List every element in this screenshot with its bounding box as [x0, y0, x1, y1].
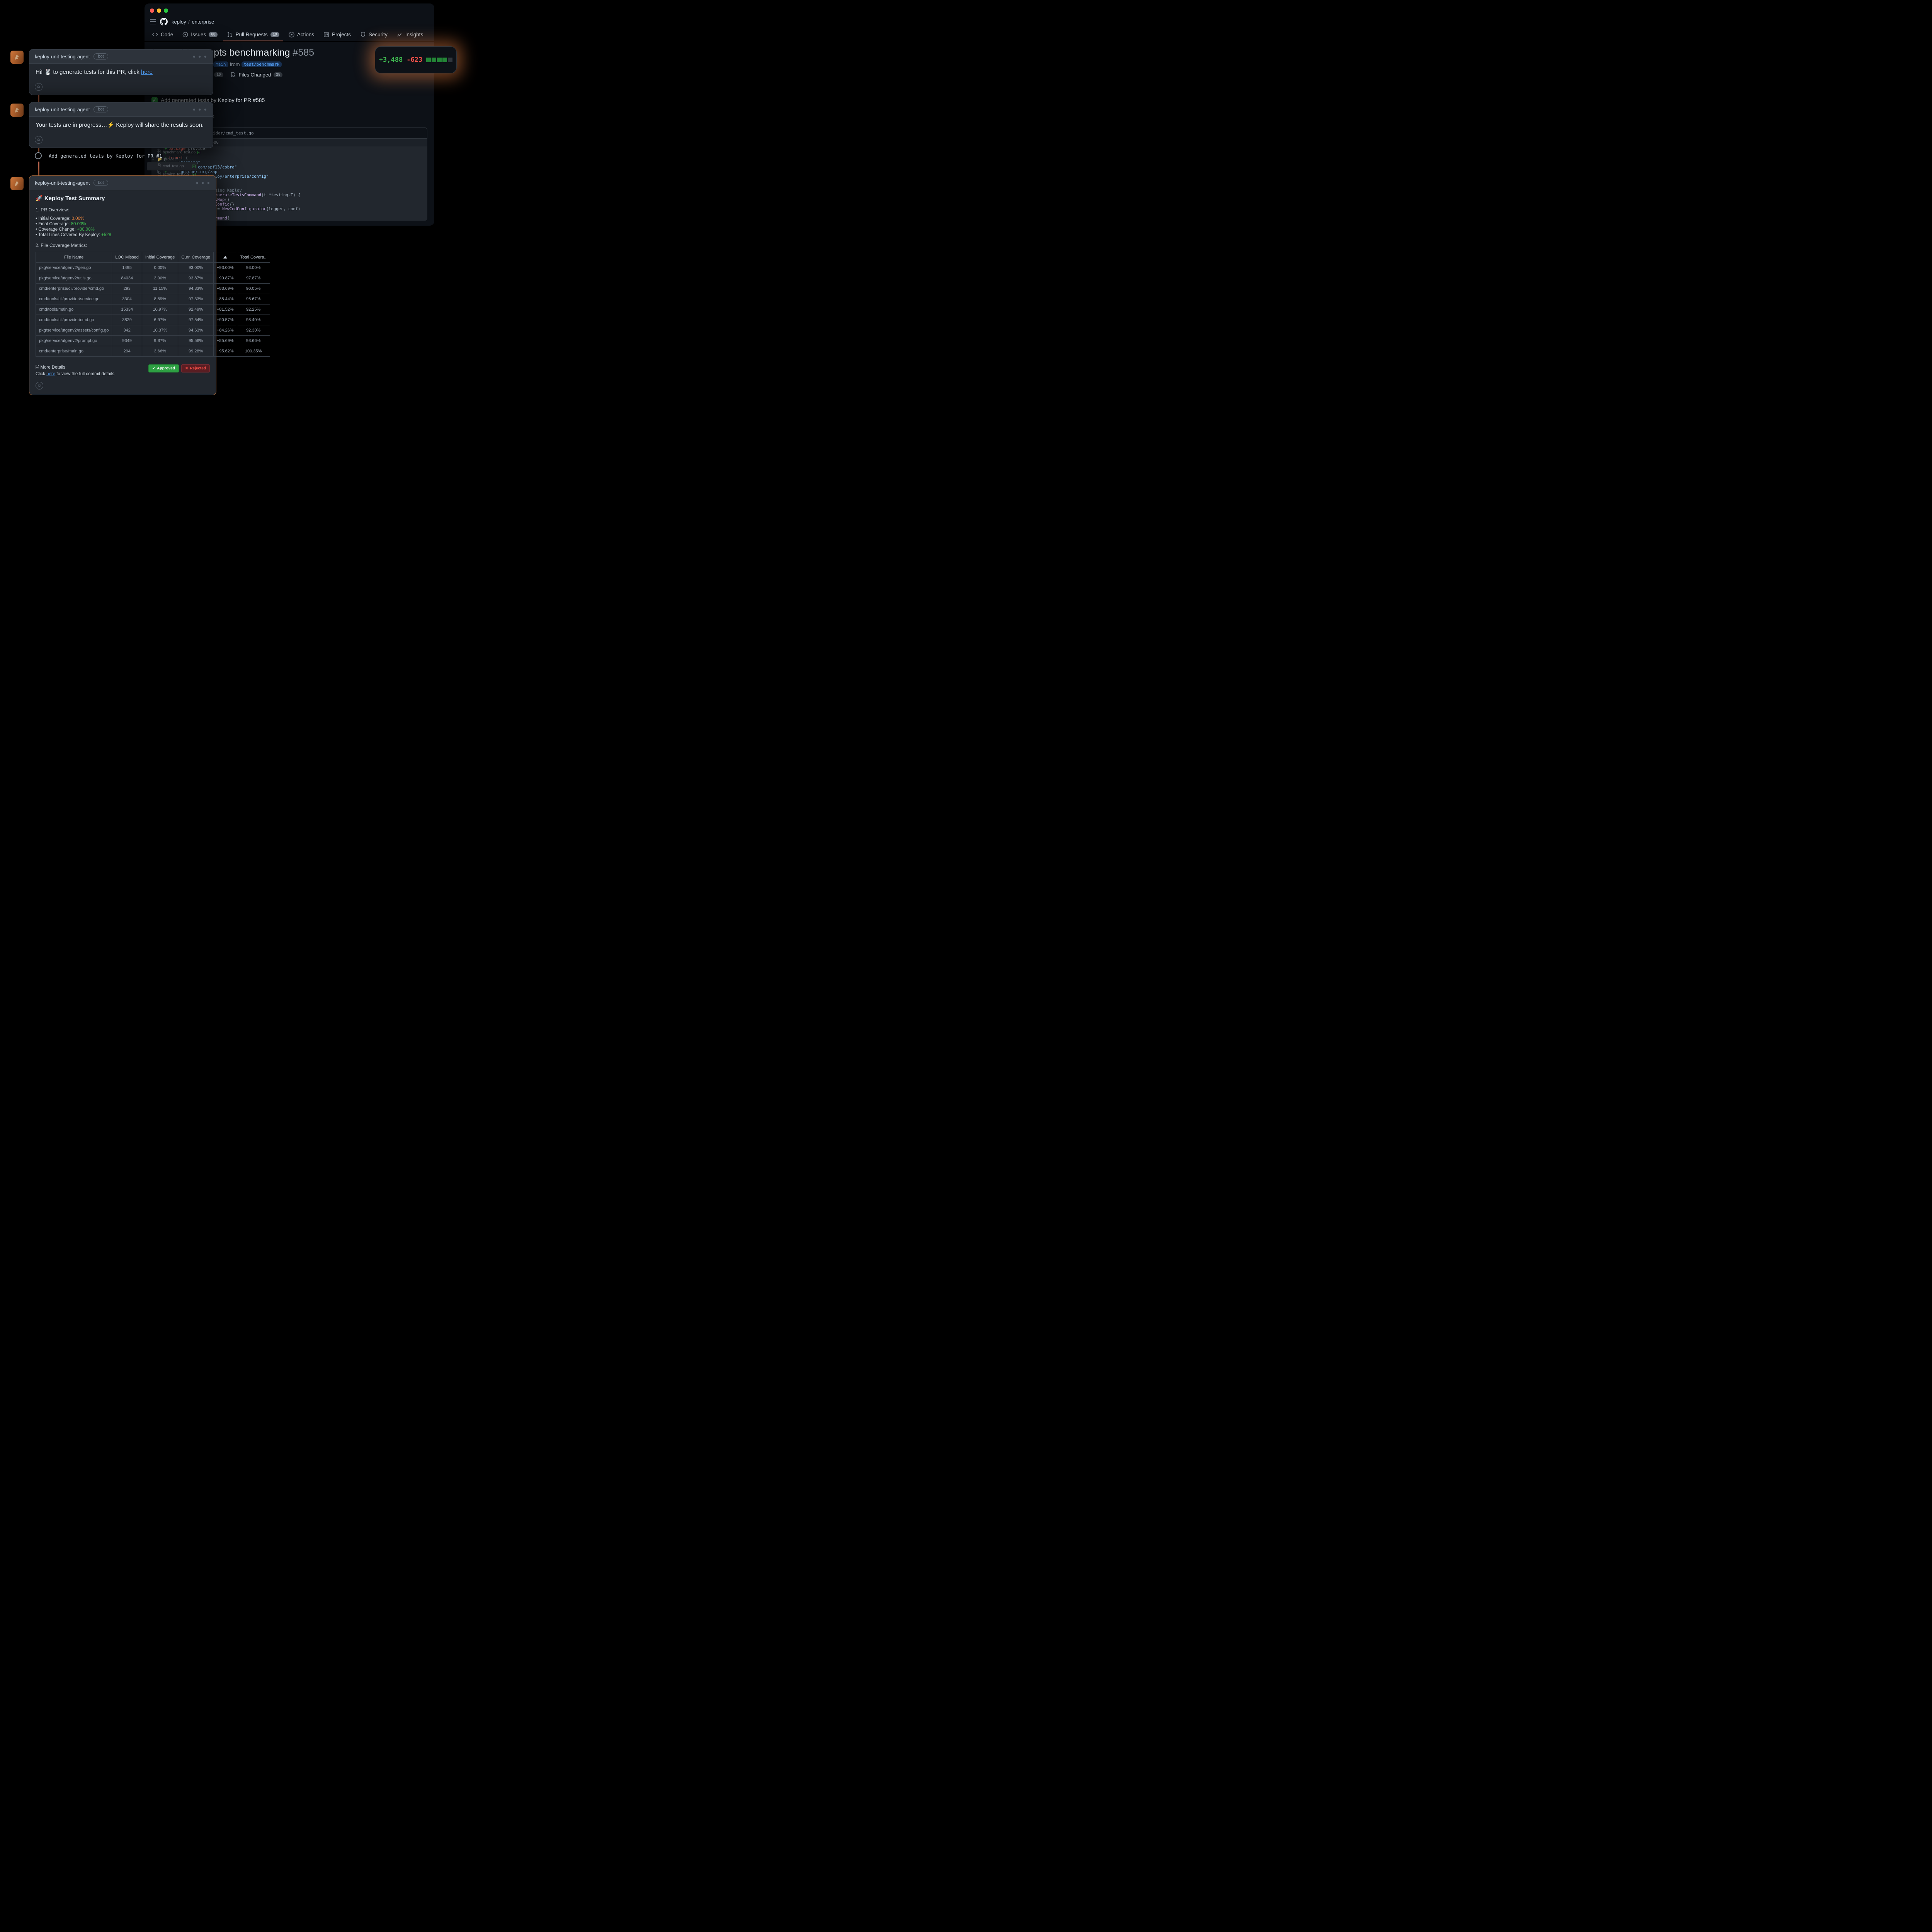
coverage-table: File NameLOC MissedInitial CoverageCurr.… — [36, 252, 270, 357]
tab-insights[interactable]: Insights — [393, 29, 427, 41]
bot-badge: bot — [94, 180, 108, 186]
tab-security[interactable]: Security — [356, 29, 391, 41]
comment-menu-icon[interactable]: ● ● ● — [193, 107, 207, 112]
table-header[interactable] — [213, 252, 237, 263]
add-reaction-button[interactable]: ☺ — [35, 136, 43, 144]
diff-bars — [426, 58, 452, 62]
repo-tabs: Code Issues 68 Pull Requests 19 Actions … — [145, 29, 434, 42]
breadcrumb[interactable]: keploy / enterprise — [172, 19, 214, 25]
bot-comment-header: keploy-unit-testing-agent bot ● ● ● — [29, 176, 216, 190]
timeline-commit-marker: Add generated tests by Keploy for PR #1 — [35, 152, 162, 159]
bot-comment-footer: ☺ — [29, 378, 216, 395]
timeline-segment — [38, 162, 39, 177]
overview-heading: 1. PR Overview: — [36, 207, 210, 213]
tab-pull-requests[interactable]: Pull Requests 19 — [223, 29, 283, 41]
summary-title: 🚀 Keploy Test Summary — [36, 195, 210, 202]
comment-menu-icon[interactable]: ● ● ● — [196, 180, 211, 185]
menu-icon[interactable] — [150, 19, 156, 24]
commit-message: Add generated tests by Keploy for PR #1 — [49, 153, 162, 159]
github-logo-icon — [160, 18, 168, 26]
subtab-files-changed[interactable]: Files Changed 25 — [230, 72, 283, 78]
keploy-avatar — [10, 51, 24, 64]
bot-badge: bot — [94, 106, 108, 112]
diff-stats-box: +3,488 -623 — [375, 46, 457, 73]
bot-comment-header: keploy-unit-testing-agent bot ● ● ● — [29, 49, 213, 64]
table-row: pkg/service/utgenv2/gen.go14950.00%93.00… — [36, 263, 270, 273]
maximize-dot[interactable] — [164, 9, 168, 13]
table-row: pkg/service/utgenv2/assets/config.go3421… — [36, 325, 270, 336]
gh-header: keploy / enterprise — [145, 18, 434, 29]
bot-message: Your tests are in progress…⚡ Keploy will… — [36, 121, 207, 128]
window-controls — [145, 3, 434, 18]
more-details-row: 🗎 More Details: Click here to view the f… — [29, 360, 216, 378]
tree-file-cmd[interactable]: 🗎cmd_test.go+ — [147, 162, 197, 170]
comment-menu-icon[interactable]: ● ● ● — [193, 54, 207, 59]
bot-comment-footer: ☺ — [29, 80, 213, 95]
lines-added: +3,488 — [379, 56, 403, 64]
table-header[interactable]: Total Covera.. — [237, 252, 270, 263]
bot-badge: bot — [94, 53, 108, 60]
bot-summary-card: keploy-unit-testing-agent bot ● ● ● 🚀 Ke… — [29, 175, 216, 395]
tab-code[interactable]: Code — [148, 29, 177, 41]
table-row: pkg/service/utgenv2/utils.go840343.00%93… — [36, 273, 270, 284]
head-branch-label[interactable]: test/benchmark — [242, 61, 282, 67]
add-reaction-button[interactable]: ☺ — [36, 382, 43, 389]
close-dot[interactable] — [150, 9, 154, 13]
base-branch-label[interactable]: main — [213, 61, 228, 67]
bot-name: keploy-unit-testing-agent — [35, 180, 90, 186]
table-row: cmd/enterprise/main.go2943.66%99.28%+95.… — [36, 346, 270, 357]
table-row: cmd/enterprise/cli/provider/cmd.go29311.… — [36, 284, 270, 294]
add-reaction-button[interactable]: ☺ — [35, 83, 43, 91]
table-header[interactable]: Initial Coverage — [142, 252, 178, 263]
table-row: cmd/tools/main.go1533410.97%92.49%+81.52… — [36, 304, 270, 315]
keploy-avatar — [10, 104, 24, 117]
tab-issues[interactable]: Issues 68 — [179, 29, 221, 41]
table-header[interactable]: Curr. Coverage — [178, 252, 214, 263]
rejected-button[interactable]: ✕ Rejected — [181, 364, 210, 372]
tab-actions[interactable]: Actions — [285, 29, 318, 41]
bot-comment-header: keploy-unit-testing-agent bot ● ● ● — [29, 102, 213, 117]
commit-icon — [35, 152, 42, 159]
overview-list: • Initial Coverage: 0.00% • Final Covera… — [36, 216, 210, 237]
table-header[interactable]: LOC Missed — [112, 252, 142, 263]
generate-tests-link[interactable]: here — [141, 69, 153, 75]
approved-button[interactable]: ✓ Approved — [148, 364, 179, 372]
bot-message: Hi! 🐰 to generate tests for this PR, cli… — [36, 68, 207, 75]
commit-details-link[interactable]: here — [46, 372, 55, 376]
lines-deleted: -623 — [406, 56, 422, 64]
tab-projects[interactable]: Projects — [320, 29, 355, 41]
table-row: pkg/service/utgenv2/prompt.go93499.87%95… — [36, 336, 270, 346]
keploy-avatar — [10, 177, 24, 190]
bot-comment-card-2: keploy-unit-testing-agent bot ● ● ● Your… — [29, 102, 213, 148]
bot-name: keploy-unit-testing-agent — [35, 107, 90, 112]
table-row: cmd/tools/cli/provider/service.go33048.8… — [36, 294, 270, 304]
minimize-dot[interactable] — [157, 9, 161, 13]
bot-comment-card-1: keploy-unit-testing-agent bot ● ● ● Hi! … — [29, 49, 213, 95]
table-header[interactable]: File Name — [36, 252, 112, 263]
table-row: cmd/tools/cli/provider/cmd.go38296.97%97… — [36, 315, 270, 325]
bot-name: keploy-unit-testing-agent — [35, 54, 90, 60]
metrics-heading: 2. File Coverage Metrics: — [36, 243, 210, 248]
bot-comment-footer: ☺ — [29, 133, 213, 148]
